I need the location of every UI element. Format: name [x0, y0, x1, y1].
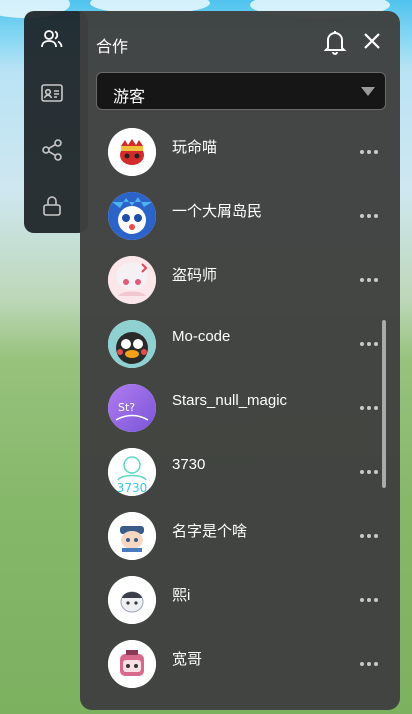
friend-name: 宽哥 [172, 651, 203, 668]
friend-name: Stars_null_magic [172, 392, 288, 409]
friend-row[interactable]: Mo-code [80, 316, 400, 380]
friend-row[interactable]: 熙i [80, 572, 400, 636]
select-value: 游客 [113, 89, 146, 106]
svg-text:St?: St? [118, 401, 135, 414]
panel-title: 合作 [96, 39, 129, 56]
friends-icon [41, 30, 63, 48]
id-card-icon [41, 84, 63, 102]
rail-tab-lock[interactable] [24, 178, 80, 234]
bell-icon[interactable] [323, 29, 347, 55]
avatar [108, 576, 156, 624]
friend-name: 名字是个啥 [172, 523, 248, 540]
more-options-icon[interactable] [360, 404, 380, 412]
friend-name: 3730 [172, 456, 206, 473]
avatar [108, 192, 156, 240]
avatar [108, 256, 156, 304]
side-rail [24, 11, 88, 233]
more-options-icon[interactable] [360, 340, 380, 348]
avatar: St? [108, 384, 156, 432]
cooperation-panel: 合作 游客 玩命喵 一个大屑岛民 盗码师 Mo-code St? Stars_n… [80, 11, 400, 710]
avatar [108, 320, 156, 368]
friend-name: 熙i [172, 587, 191, 604]
chevron-down-icon [361, 87, 375, 96]
friend-row[interactable]: 宽哥 [80, 636, 400, 700]
friend-row[interactable]: 盗码师 [80, 252, 400, 316]
more-options-icon[interactable] [360, 596, 380, 604]
rail-tab-share[interactable] [24, 122, 80, 178]
friend-name: 盗码师 [172, 267, 218, 284]
share-icon [42, 139, 62, 161]
friend-name: 一个大屑岛民 [172, 203, 263, 220]
more-options-icon[interactable] [360, 532, 380, 540]
avatar [108, 128, 156, 176]
visitor-filter-select[interactable]: 游客 [96, 72, 386, 110]
friend-row[interactable]: 名字是个啥 [80, 508, 400, 572]
avatar: 3730 [108, 448, 156, 496]
friend-row[interactable]: 玩命喵 [80, 124, 400, 188]
avatar [108, 640, 156, 688]
friend-row[interactable]: 一个大屑岛民 [80, 188, 400, 252]
close-icon[interactable] [362, 31, 382, 51]
friend-name: Mo-code [172, 328, 231, 345]
lock-icon [43, 196, 61, 216]
rail-tab-profile[interactable] [24, 65, 80, 121]
rail-tab-friends[interactable] [24, 11, 80, 67]
more-options-icon[interactable] [360, 212, 380, 220]
more-options-icon[interactable] [360, 660, 380, 668]
friend-name: 玩命喵 [172, 139, 218, 156]
more-options-icon[interactable] [360, 276, 380, 284]
more-options-icon[interactable] [360, 468, 380, 476]
avatar [108, 512, 156, 560]
svg-text:3730: 3730 [117, 481, 148, 495]
more-options-icon[interactable] [360, 148, 380, 156]
friend-row[interactable]: 3730 3730 [80, 444, 400, 508]
scrollbar[interactable] [382, 320, 386, 488]
friend-row[interactable]: St? Stars_null_magic [80, 380, 400, 444]
